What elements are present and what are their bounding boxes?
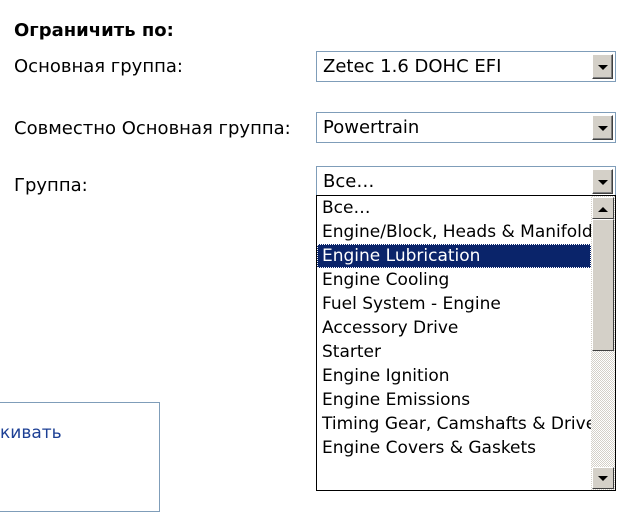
scroll-up-icon bbox=[598, 207, 608, 212]
option-engine-emissions[interactable]: Engine Emissions bbox=[317, 388, 591, 412]
main-group-value: Zetec 1.6 DOHC EFI bbox=[323, 56, 502, 77]
main-group-select[interactable]: Zetec 1.6 DOHC EFI bbox=[316, 51, 616, 82]
list-scrollbar[interactable] bbox=[591, 196, 615, 490]
background-link[interactable]: кивать bbox=[0, 423, 62, 443]
scroll-thumb[interactable] bbox=[592, 219, 614, 351]
chevron-down-icon bbox=[598, 180, 608, 185]
background-panel bbox=[0, 402, 160, 512]
chevron-down-icon bbox=[598, 65, 608, 70]
filter-heading: Ограничить по: bbox=[14, 20, 174, 41]
group-dropdown-button[interactable] bbox=[592, 169, 613, 194]
option-engine-ignition[interactable]: Engine Ignition bbox=[317, 364, 591, 388]
scroll-down-button[interactable] bbox=[592, 467, 614, 489]
group-options: Все… Engine/Block, Heads & Manifolds Eng… bbox=[317, 196, 591, 460]
scroll-down-icon bbox=[598, 476, 608, 481]
main-group-dropdown-button[interactable] bbox=[592, 54, 613, 79]
group-value: Все… bbox=[323, 171, 375, 192]
co-main-group-value: Powertrain bbox=[323, 117, 420, 138]
co-main-group-label: Совместно Основная группа: bbox=[14, 118, 291, 139]
option-engine-covers[interactable]: Engine Covers & Gaskets bbox=[317, 436, 591, 460]
scroll-up-button[interactable] bbox=[592, 197, 614, 219]
group-label: Группа: bbox=[14, 175, 88, 196]
co-main-group-select[interactable]: Powertrain bbox=[316, 112, 616, 143]
option-engine-block[interactable]: Engine/Block, Heads & Manifolds bbox=[317, 220, 591, 244]
option-starter[interactable]: Starter bbox=[317, 340, 591, 364]
option-engine-lubrication[interactable]: Engine Lubrication bbox=[317, 244, 591, 268]
main-group-label: Основная группа: bbox=[14, 56, 183, 77]
option-timing-gear[interactable]: Timing Gear, Camshafts & Drive bbox=[317, 412, 591, 436]
co-main-group-dropdown-button[interactable] bbox=[592, 115, 613, 140]
chevron-down-icon bbox=[598, 126, 608, 131]
option-accessory-drive[interactable]: Accessory Drive bbox=[317, 316, 591, 340]
option-engine-cooling[interactable]: Engine Cooling bbox=[317, 268, 591, 292]
group-dropdown-list[interactable]: Все… Engine/Block, Heads & Manifolds Eng… bbox=[316, 195, 616, 491]
option-fuel-system[interactable]: Fuel System - Engine bbox=[317, 292, 591, 316]
group-select[interactable]: Все… bbox=[316, 166, 616, 197]
option-all[interactable]: Все… bbox=[317, 196, 591, 220]
